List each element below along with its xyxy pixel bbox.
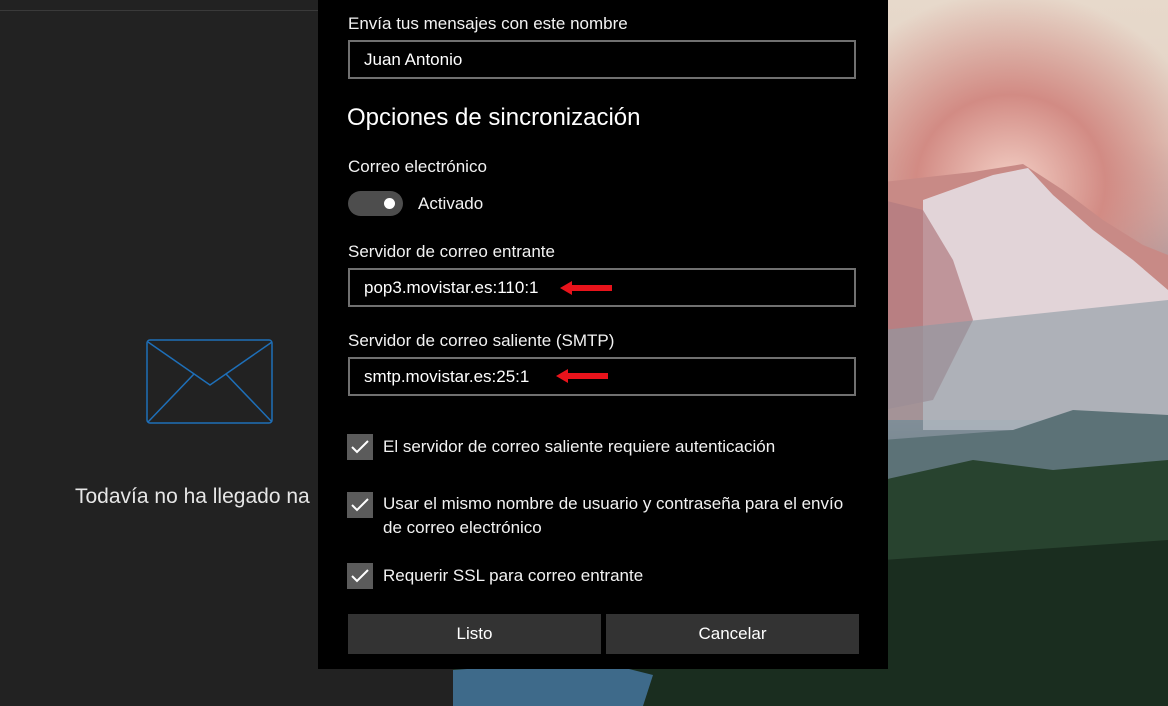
- checkmark-icon: [351, 440, 369, 454]
- empty-inbox-message: Todavía no ha llegado na: [75, 485, 310, 508]
- incoming-server-value: pop3.movistar.es:110:1: [364, 278, 539, 297]
- same-credentials-checkbox[interactable]: [347, 492, 373, 518]
- envelope-icon: [146, 339, 273, 424]
- outgoing-server-value: smtp.movistar.es:25:1: [364, 367, 530, 386]
- incoming-server-label: Servidor de correo entrante: [348, 242, 555, 261]
- auth-required-checkbox[interactable]: [347, 434, 373, 460]
- outgoing-server-label: Servidor de correo saliente (SMTP): [348, 331, 615, 350]
- email-toggle[interactable]: [348, 191, 403, 216]
- toggle-knob: [384, 198, 395, 209]
- email-label: Correo electrónico: [348, 157, 487, 176]
- cancel-button[interactable]: Cancelar: [606, 614, 859, 654]
- incoming-server-input[interactable]: pop3.movistar.es:110:1: [348, 268, 856, 307]
- email-toggle-state: Activado: [418, 194, 484, 213]
- outgoing-server-input[interactable]: smtp.movistar.es:25:1: [348, 357, 856, 396]
- checkmark-icon: [351, 569, 369, 583]
- auth-required-label: El servidor de correo saliente requiere …: [383, 437, 776, 456]
- same-credentials-label: Usar el mismo nombre de usuario y contra…: [383, 494, 844, 537]
- checkmark-icon: [351, 498, 369, 512]
- sync-options-heading: Opciones de sincronización: [347, 104, 641, 131]
- send-name-label: Envía tus mensajes con este nombre: [348, 14, 628, 33]
- red-arrow-icon: [556, 369, 608, 383]
- ssl-incoming-checkbox[interactable]: [347, 563, 373, 589]
- ssl-incoming-label: Requerir SSL para correo entrante: [383, 566, 644, 585]
- done-button[interactable]: Listo: [348, 614, 601, 654]
- account-settings-dialog: Envía tus mensajes con este nombre Juan …: [318, 0, 888, 669]
- red-arrow-icon: [560, 281, 612, 295]
- send-name-input[interactable]: Juan Antonio: [348, 40, 856, 79]
- send-name-value: Juan Antonio: [364, 50, 463, 69]
